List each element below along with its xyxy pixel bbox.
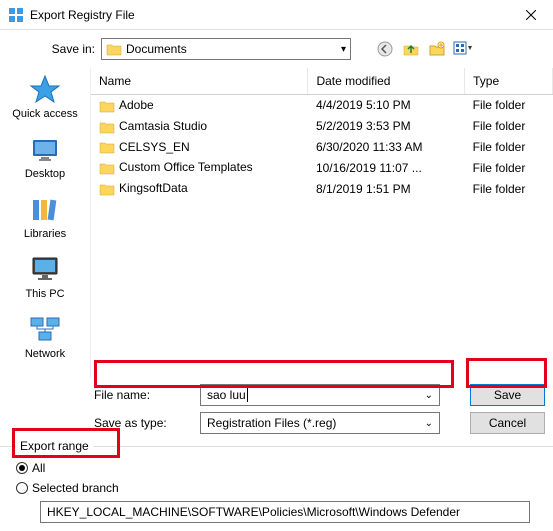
place-desktop[interactable]: Desktop [0, 134, 90, 180]
view-menu-button[interactable] [453, 39, 473, 59]
table-row[interactable]: KingsoftData 8/1/2019 1:51 PMFile folder [91, 178, 553, 199]
savein-row: Save in: Documents ▾ [0, 30, 553, 68]
row-date: 8/1/2019 1:51 PM [308, 178, 465, 199]
radio-all-label: All [32, 461, 45, 475]
savein-value: Documents [126, 42, 341, 56]
folder-icon [99, 182, 115, 196]
row-name: Adobe [119, 98, 154, 112]
save-button[interactable]: Save [470, 384, 545, 406]
radio-all-row[interactable]: All [16, 461, 537, 475]
saveastype-value: Registration Files (*.reg) [207, 416, 336, 430]
radio-selected[interactable] [16, 482, 28, 494]
table-row[interactable]: Camtasia Studio 5/2/2019 3:53 PMFile fold… [91, 116, 553, 137]
row-date: 6/30/2020 11:33 AM [308, 137, 465, 158]
row-date: 5/2/2019 3:53 PM [308, 116, 465, 137]
row-type: File folder [465, 95, 553, 116]
libraries-icon [29, 194, 61, 226]
saveastype-combo[interactable]: Registration Files (*.reg) ⌄ [200, 412, 440, 434]
col-type[interactable]: Type [465, 68, 553, 95]
col-name[interactable]: Name [91, 68, 308, 95]
window-title: Export Registry File [30, 8, 508, 22]
row-type: File folder [465, 157, 553, 178]
branch-path-input[interactable]: HKEY_LOCAL_MACHINE\SOFTWARE\Policies\Mic… [40, 501, 530, 523]
folder-icon [99, 161, 115, 175]
row-type: File folder [465, 178, 553, 199]
place-label: Libraries [24, 228, 66, 240]
up-button[interactable] [401, 39, 421, 59]
folder-icon [99, 120, 115, 134]
savein-combo[interactable]: Documents ▾ [101, 38, 351, 60]
radio-selected-label: Selected branch [32, 481, 119, 495]
chevron-down-icon[interactable]: ⌄ [425, 390, 433, 401]
radio-all[interactable] [16, 462, 28, 474]
new-folder-button[interactable] [427, 39, 447, 59]
row-name: CELSYS_EN [119, 140, 190, 154]
place-label: Quick access [12, 108, 77, 120]
file-list[interactable]: Name Date modified Type Adobe 4/4/2019 5:… [90, 68, 553, 378]
row-type: File folder [465, 116, 553, 137]
branch-path-value: HKEY_LOCAL_MACHINE\SOFTWARE\Policies\Mic… [47, 505, 460, 519]
row-name: Custom Office Templates [119, 160, 253, 174]
bottom-fields: File name: sao luu ⌄ Save Save as type: … [0, 378, 553, 446]
regedit-icon [8, 7, 24, 23]
chevron-down-icon: ▾ [341, 44, 346, 55]
row-date: 10/16/2019 11:07 ... [308, 157, 465, 178]
table-row[interactable]: CELSYS_EN 6/30/2020 11:33 AMFile folder [91, 137, 553, 158]
folder-icon [99, 99, 115, 113]
desktop-icon [29, 134, 61, 166]
radio-selected-row[interactable]: Selected branch [16, 481, 537, 495]
place-label: Desktop [25, 168, 65, 180]
row-name: KingsoftData [119, 181, 188, 195]
quickaccess-icon [29, 74, 61, 106]
filename-input[interactable]: sao luu ⌄ [200, 384, 440, 406]
thispc-icon [29, 254, 61, 286]
place-network[interactable]: Network [0, 314, 90, 360]
nav-toolbar [375, 39, 473, 59]
close-button[interactable] [508, 0, 553, 30]
col-date[interactable]: Date modified [308, 68, 465, 95]
folder-icon [99, 140, 115, 154]
places-bar: Quick access Desktop Libraries This PC N… [0, 68, 90, 378]
table-row[interactable]: Adobe 4/4/2019 5:10 PMFile folder [91, 95, 553, 116]
filename-value: sao luu [207, 388, 246, 402]
place-thispc[interactable]: This PC [0, 254, 90, 300]
saveastype-label: Save as type: [94, 416, 194, 430]
export-legend: Export range [16, 439, 93, 453]
filename-label: File name: [94, 388, 194, 402]
row-date: 4/4/2019 5:10 PM [308, 95, 465, 116]
savein-label: Save in: [40, 42, 95, 56]
export-range-group: Export range All Selected branch HKEY_LO… [0, 446, 553, 531]
back-button[interactable] [375, 39, 395, 59]
table-row[interactable]: Custom Office Templates 10/16/2019 11:07 … [91, 157, 553, 178]
text-cursor [247, 388, 248, 402]
row-name: Camtasia Studio [119, 119, 207, 133]
row-type: File folder [465, 137, 553, 158]
folder-icon [106, 42, 122, 56]
main-area: Quick access Desktop Libraries This PC N… [0, 68, 553, 378]
place-label: This PC [25, 288, 64, 300]
place-label: Network [25, 348, 65, 360]
titlebar: Export Registry File [0, 0, 553, 30]
cancel-button[interactable]: Cancel [470, 412, 545, 434]
place-quickaccess[interactable]: Quick access [0, 74, 90, 120]
network-icon [29, 314, 61, 346]
chevron-down-icon[interactable]: ⌄ [425, 418, 433, 429]
place-libraries[interactable]: Libraries [0, 194, 90, 240]
